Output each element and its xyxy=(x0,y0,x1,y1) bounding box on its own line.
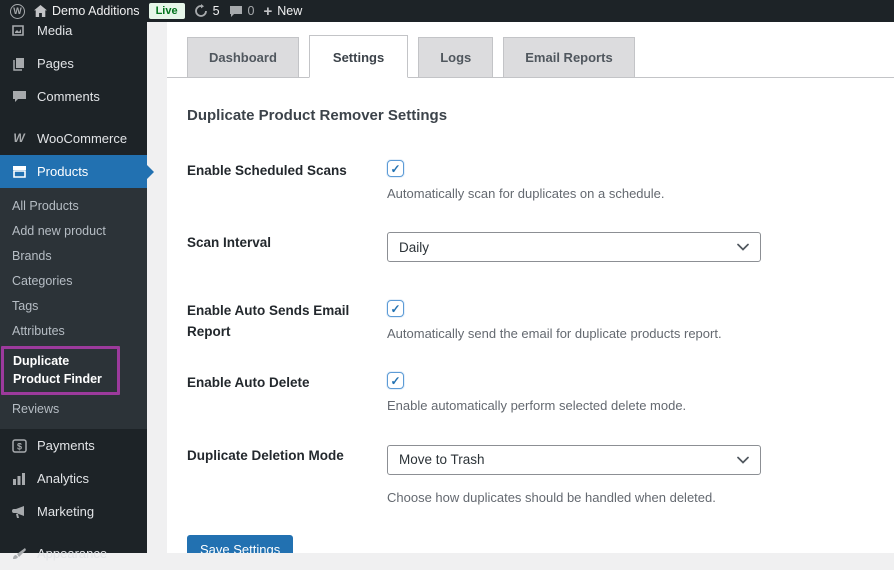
checkmark-icon: ✓ xyxy=(390,302,400,316)
submenu-item-reviews[interactable]: Reviews xyxy=(0,397,147,422)
sidebar-item-products[interactable]: Products xyxy=(0,155,147,188)
chevron-down-icon xyxy=(737,456,749,464)
analytics-icon xyxy=(10,472,28,485)
sidebar-item-payments[interactable]: $ Payments xyxy=(0,429,147,462)
menu-separator xyxy=(0,528,147,537)
submenu-item-all-products[interactable]: All Products xyxy=(0,194,147,219)
admin-content-area: Dashboard Settings Logs Email Reports Du… xyxy=(147,22,894,553)
admin-sidebar: Media Pages Comments W WooCommerce Produ… xyxy=(0,22,147,553)
save-settings-button[interactable]: Save Settings xyxy=(187,535,293,553)
submenu-item-attributes[interactable]: Attributes xyxy=(0,319,147,344)
duplicate-deletion-mode-select[interactable]: Move to Trash xyxy=(387,445,761,475)
sidebar-item-label: Media xyxy=(37,22,72,39)
site-name: Demo Additions xyxy=(52,4,140,18)
products-submenu: All Products Add new product Brands Cate… xyxy=(0,188,147,429)
sidebar-item-pages[interactable]: Pages xyxy=(0,47,147,80)
select-value: Move to Trash xyxy=(399,452,485,467)
new-content-link[interactable]: + New xyxy=(263,4,302,19)
svg-text:$: $ xyxy=(16,441,21,451)
plus-icon: + xyxy=(263,4,272,19)
enable-scheduled-scans-checkbox[interactable]: ✓ xyxy=(387,160,404,177)
new-label: New xyxy=(277,4,302,18)
woocommerce-icon: W xyxy=(10,130,28,147)
page-title: Duplicate Product Remover Settings xyxy=(187,107,874,124)
settings-form: Duplicate Product Remover Settings Enabl… xyxy=(167,78,894,553)
plugin-panel: Dashboard Settings Logs Email Reports Du… xyxy=(167,22,894,553)
appearance-icon xyxy=(10,547,28,561)
sidebar-item-label: Analytics xyxy=(37,470,89,487)
checkmark-icon: ✓ xyxy=(390,374,400,388)
checkmark-icon: ✓ xyxy=(390,162,400,176)
submenu-item-brands[interactable]: Brands xyxy=(0,244,147,269)
setting-row-enable-auto-delete: Enable Auto Delete ✓ Enable automaticall… xyxy=(187,372,874,415)
home-icon xyxy=(34,5,47,17)
submenu-item-duplicate-product-finder[interactable]: Duplicate Product Finder xyxy=(1,346,120,395)
setting-row-enable-scheduled-scans: Enable Scheduled Scans ✓ Automatically s… xyxy=(187,160,874,203)
comment-bubble-icon xyxy=(229,5,243,18)
sidebar-item-analytics[interactable]: Analytics xyxy=(0,462,147,495)
sidebar-item-label: Marketing xyxy=(37,503,94,520)
sidebar-item-marketing[interactable]: Marketing xyxy=(0,495,147,528)
sidebar-item-woocommerce[interactable]: W WooCommerce xyxy=(0,122,147,155)
admin-bar: W Demo Additions Live 5 0 + New xyxy=(0,0,894,22)
setting-row-scan-interval: Scan Interval Daily xyxy=(187,232,874,262)
submenu-item-add-new-product[interactable]: Add new product xyxy=(0,219,147,244)
enable-auto-sends-email-report-checkbox[interactable]: ✓ xyxy=(387,300,404,317)
submenu-item-categories[interactable]: Categories xyxy=(0,269,147,294)
setting-label: Enable Auto Sends Email Report xyxy=(187,300,387,343)
wordpress-logo-icon: W xyxy=(10,4,25,19)
sidebar-item-label: Products xyxy=(37,163,88,180)
setting-row-enable-auto-sends-email-report: Enable Auto Sends Email Report ✓ Automat… xyxy=(187,300,874,343)
sidebar-item-comments[interactable]: Comments xyxy=(0,80,147,113)
setting-row-duplicate-deletion-mode: Duplicate Deletion Mode Move to Trash Ch… xyxy=(187,445,874,507)
sidebar-item-appearance[interactable]: Appearance xyxy=(0,537,147,570)
comments-link[interactable]: 0 xyxy=(229,4,255,18)
pages-icon xyxy=(10,57,28,71)
sidebar-item-label: Payments xyxy=(37,437,95,454)
chevron-down-icon xyxy=(737,243,749,251)
sidebar-item-label: Pages xyxy=(37,55,74,72)
tab-logs[interactable]: Logs xyxy=(418,37,493,77)
payments-icon: $ xyxy=(10,439,28,453)
comments-count: 0 xyxy=(248,4,255,18)
comments-icon xyxy=(10,90,28,103)
setting-description: Enable automatically perform selected de… xyxy=(387,397,874,415)
scan-interval-select[interactable]: Daily xyxy=(387,232,761,262)
media-icon xyxy=(10,24,28,37)
updates-count: 5 xyxy=(213,4,220,18)
updates-link[interactable]: 5 xyxy=(194,4,220,18)
sidebar-item-label: Appearance xyxy=(37,545,107,562)
tab-bar: Dashboard Settings Logs Email Reports xyxy=(167,22,894,78)
setting-label: Enable Scheduled Scans xyxy=(187,160,387,203)
setting-description: Automatically send the email for duplica… xyxy=(387,325,874,343)
submenu-item-tags[interactable]: Tags xyxy=(0,294,147,319)
enable-auto-delete-checkbox[interactable]: ✓ xyxy=(387,372,404,389)
updates-icon xyxy=(194,4,208,18)
tab-email-reports[interactable]: Email Reports xyxy=(503,37,634,77)
setting-description: Automatically scan for duplicates on a s… xyxy=(387,185,874,203)
tab-dashboard[interactable]: Dashboard xyxy=(187,37,299,77)
setting-label: Duplicate Deletion Mode xyxy=(187,445,387,507)
select-value: Daily xyxy=(399,240,429,255)
tab-settings[interactable]: Settings xyxy=(309,35,408,78)
wordpress-menu[interactable]: W xyxy=(10,4,25,19)
marketing-icon xyxy=(10,505,28,519)
sidebar-item-label: WooCommerce xyxy=(37,130,127,147)
site-link[interactable]: Demo Additions xyxy=(34,4,140,18)
setting-label: Enable Auto Delete xyxy=(187,372,387,415)
sidebar-item-label: Comments xyxy=(37,88,100,105)
setting-description: Choose how duplicates should be handled … xyxy=(387,489,874,507)
live-badge: Live xyxy=(149,3,185,19)
setting-label: Scan Interval xyxy=(187,232,387,262)
menu-separator xyxy=(0,113,147,122)
products-icon xyxy=(10,165,28,178)
